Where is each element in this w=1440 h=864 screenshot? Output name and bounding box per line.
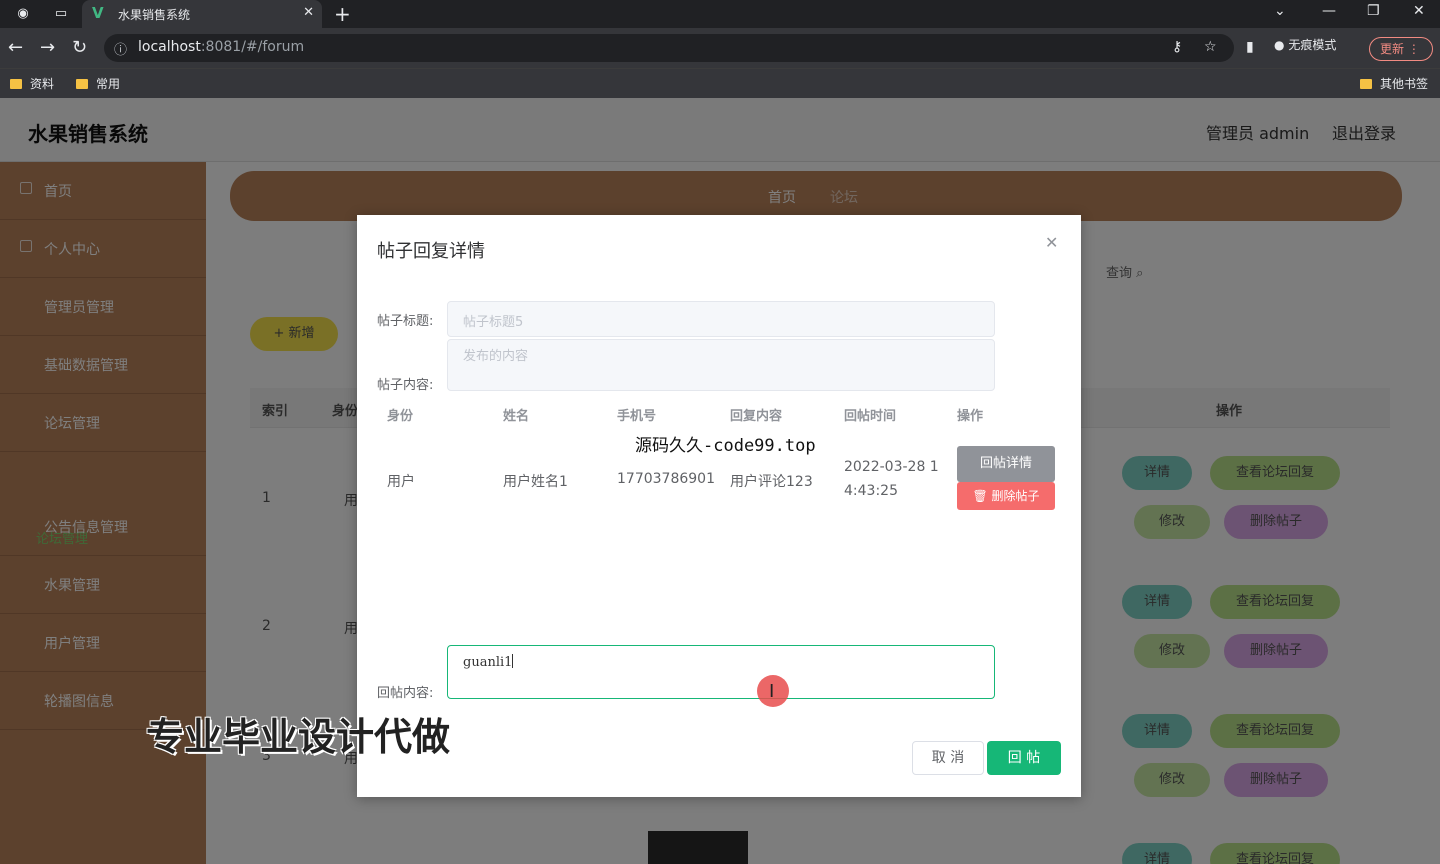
browser-toolbar: ← → ↻ ⓘ localhost:8081/#/forum ⚷ ☆ ▮ ● 无… bbox=[0, 28, 1440, 68]
folder-icon bbox=[10, 79, 22, 89]
reply-content-textarea[interactable]: guanli1 bbox=[447, 645, 995, 699]
site-info-icon[interactable]: ⓘ bbox=[114, 39, 127, 58]
close-icon[interactable]: ✕ bbox=[1045, 233, 1058, 252]
folder-icon bbox=[1360, 79, 1372, 89]
delete-post-button[interactable]: 🗑 删除帖子 bbox=[957, 482, 1055, 510]
reply-name: 用户姓名1 bbox=[503, 474, 568, 490]
dialog-title: 帖子回复详情 bbox=[377, 241, 485, 262]
watermark-text: 源码久久-code99.top bbox=[635, 436, 816, 456]
reply-time-line2: 4:43:25 bbox=[844, 483, 898, 499]
bookmark-changyong[interactable]: 常用 bbox=[76, 75, 120, 92]
back-icon[interactable]: ← bbox=[8, 37, 23, 58]
trash-icon: 🗑 bbox=[972, 489, 988, 503]
reply-detail-button[interactable]: 回帖详情 bbox=[957, 446, 1055, 482]
browser-tab[interactable]: V 水果销售系统 ✕ bbox=[82, 0, 322, 28]
th-phone: 手机号 bbox=[617, 409, 657, 424]
close-window-icon[interactable]: ✕ bbox=[1413, 3, 1425, 19]
reload-icon[interactable]: ↻ bbox=[72, 37, 87, 58]
ibeam-cursor-icon: I bbox=[769, 681, 775, 702]
th-reply-content: 回复内容 bbox=[730, 409, 783, 424]
side-panel-icon[interactable]: ▮ bbox=[1246, 39, 1254, 55]
text-caret bbox=[512, 654, 514, 668]
th-reply-time: 回帖时间 bbox=[844, 409, 897, 424]
tab-strip-icon[interactable]: ▭ bbox=[52, 5, 70, 23]
url-text: localhost:8081/#/forum bbox=[138, 39, 305, 55]
post-content-field: 发布的内容 bbox=[447, 339, 995, 391]
close-tab-icon[interactable]: ✕ bbox=[303, 5, 314, 20]
cancel-button[interactable]: 取 消 bbox=[912, 741, 984, 775]
submit-reply-button[interactable]: 回 帖 bbox=[987, 741, 1061, 775]
key-icon[interactable]: ⚷ bbox=[1172, 39, 1182, 55]
bookmarks-bar: 资料 常用 其他书签 bbox=[0, 68, 1440, 98]
update-button[interactable]: 更新 ⋮ bbox=[1369, 37, 1433, 61]
th-ops: 操作 bbox=[957, 409, 984, 424]
reply-identity: 用户 bbox=[387, 474, 415, 490]
address-bar[interactable]: ⓘ localhost:8081/#/forum ⚷ ☆ bbox=[104, 34, 1234, 62]
post-title-field: 帖子标题5 bbox=[447, 301, 995, 337]
tab-title: 水果销售系统 bbox=[118, 8, 191, 22]
bookmark-ziliao[interactable]: 资料 bbox=[10, 75, 54, 92]
browser-menu-icon[interactable]: ◉ bbox=[14, 5, 32, 23]
promo-overlay-text: 专业毕业设计代做 bbox=[146, 715, 451, 759]
th-identity: 身份 bbox=[387, 409, 414, 424]
incognito-indicator[interactable]: ● 无痕模式 bbox=[1274, 36, 1336, 53]
reply-phone: 17703786901 bbox=[617, 471, 715, 487]
new-tab-button[interactable]: + bbox=[334, 2, 351, 26]
incognito-icon: ● bbox=[1274, 38, 1285, 52]
browser-tabbar: ◉ ▭ V 水果销售系统 ✕ + ⌄ — ❐ ✕ bbox=[0, 0, 1440, 28]
forward-icon[interactable]: → bbox=[40, 37, 55, 58]
reply-content-label: 回帖内容: bbox=[377, 686, 434, 701]
reply-content: 用户评论123 bbox=[730, 474, 813, 490]
minimize-icon[interactable]: — bbox=[1322, 3, 1336, 19]
reply-time-line1: 2022-03-28 1 bbox=[844, 459, 939, 475]
other-bookmarks[interactable]: 其他书签 bbox=[1360, 75, 1428, 92]
tab-search-icon[interactable]: ⌄ bbox=[1274, 3, 1286, 19]
restore-icon[interactable]: ❐ bbox=[1367, 3, 1380, 19]
bookmark-star-icon[interactable]: ☆ bbox=[1204, 39, 1217, 55]
th-name: 姓名 bbox=[503, 409, 530, 424]
post-content-label: 帖子内容: bbox=[377, 378, 434, 393]
post-title-label: 帖子标题: bbox=[377, 314, 434, 329]
folder-icon bbox=[76, 79, 88, 89]
vue-favicon-icon: V bbox=[92, 4, 104, 22]
reply-detail-dialog: 帖子回复详情 ✕ 帖子标题: 帖子标题5 帖子内容: 发布的内容 身份 姓名 手… bbox=[357, 215, 1081, 797]
